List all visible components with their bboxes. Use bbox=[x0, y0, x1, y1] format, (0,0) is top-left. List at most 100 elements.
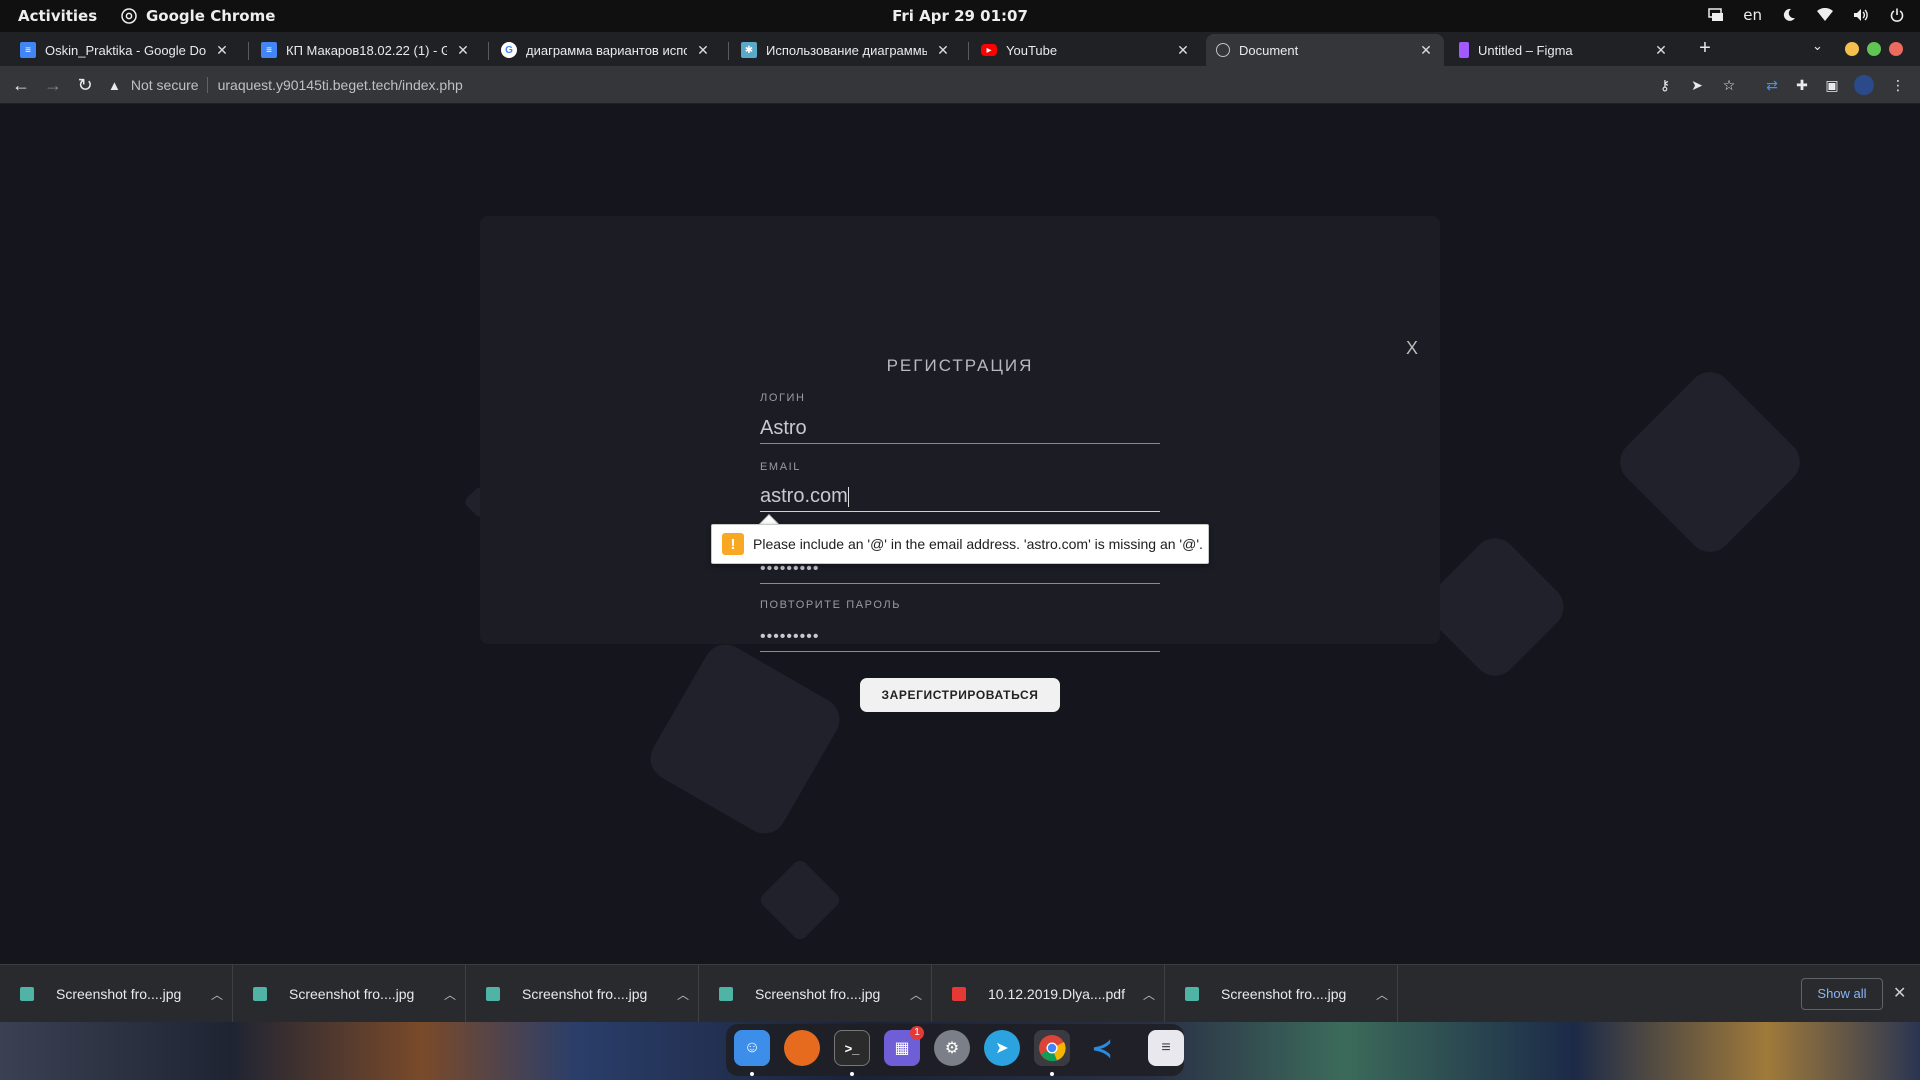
address-bar[interactable]: ▲ Not secure uraquest.y90145ti.beget.tec… bbox=[108, 70, 1688, 100]
tab-title: диаграмма вариантов испо bbox=[526, 42, 687, 58]
url-text[interactable]: uraquest.y90145ti.beget.tech/index.php bbox=[218, 77, 463, 93]
tab-youtube[interactable]: ▸ YouTube ✕ bbox=[971, 34, 1201, 66]
download-item[interactable]: Screenshot fro....jpg ︿ bbox=[233, 965, 466, 1023]
download-item[interactable]: Screenshot fro....jpg ︿ bbox=[0, 965, 233, 1023]
settings-icon[interactable]: ⚙ bbox=[934, 1030, 970, 1066]
close-icon[interactable]: ✕ bbox=[1653, 42, 1669, 59]
new-tab-button[interactable]: + bbox=[1693, 36, 1717, 60]
tab-strip: ≡ Oskin_Praktika - Google Docs ✕ ≡ КП Ма… bbox=[0, 32, 1920, 66]
tab-kp-makarov[interactable]: ≡ КП Макаров18.02.22 (1) - Goo ✕ bbox=[251, 34, 481, 66]
decor-diamond bbox=[642, 636, 848, 842]
decor-diamond bbox=[1611, 363, 1809, 561]
tab-title: Untitled – Figma bbox=[1478, 42, 1573, 58]
minimize-button[interactable] bbox=[1845, 42, 1859, 56]
login-label: ЛОГИН bbox=[760, 392, 806, 404]
key-icon[interactable]: ⚷ bbox=[1655, 75, 1675, 95]
warning-icon: ! bbox=[722, 533, 744, 555]
desktop-dock: ☺ >_ ▦ 1 ⚙ ➤ ≺ ≡ bbox=[0, 1022, 1920, 1080]
google-docs-icon: ≡ bbox=[20, 42, 36, 58]
modal-title: РЕГИСТРАЦИЯ bbox=[886, 356, 1034, 375]
vscode-icon[interactable]: ≺ bbox=[1084, 1030, 1120, 1066]
chevron-up-icon[interactable]: ︿ bbox=[901, 986, 931, 1003]
repeat-password-input[interactable] bbox=[760, 622, 1160, 652]
side-panel-icon[interactable]: ▣ bbox=[1822, 75, 1842, 95]
download-filename: Screenshot fro....jpg bbox=[289, 986, 415, 1002]
image-file-icon bbox=[719, 987, 733, 1001]
chevron-up-icon[interactable]: ︿ bbox=[1134, 986, 1164, 1003]
login-input[interactable] bbox=[760, 414, 1160, 444]
tab-title: YouTube bbox=[1006, 42, 1058, 58]
tab-document[interactable]: Document ✕ bbox=[1206, 34, 1444, 66]
close-icon[interactable]: ✕ bbox=[935, 42, 951, 59]
text-editor-icon[interactable]: ≡ bbox=[1148, 1030, 1184, 1066]
reload-icon[interactable]: ↻ bbox=[72, 72, 98, 98]
close-icon[interactable]: ✕ bbox=[1418, 42, 1434, 59]
app-menu[interactable]: Google Chrome bbox=[120, 7, 275, 25]
activities-button[interactable]: Activities bbox=[18, 7, 97, 25]
warning-triangle-icon[interactable]: ▲ bbox=[108, 78, 121, 93]
download-item[interactable]: Screenshot fro....jpg ︿ bbox=[699, 965, 932, 1023]
telegram-icon[interactable]: ➤ bbox=[984, 1030, 1020, 1066]
forward-arrow-icon[interactable]: → bbox=[40, 72, 66, 98]
close-icon[interactable]: ✕ bbox=[1175, 42, 1191, 59]
tab-figma[interactable]: Untitled – Figma ✕ bbox=[1449, 34, 1679, 66]
firefox-icon[interactable] bbox=[784, 1030, 820, 1066]
validation-message: Please include an '@' in the email addre… bbox=[753, 536, 1203, 552]
email-label: EMAIL bbox=[760, 461, 802, 473]
chevron-up-icon[interactable]: ︿ bbox=[202, 986, 232, 1003]
text-caret bbox=[848, 487, 849, 507]
download-item[interactable]: Screenshot fro....jpg ︿ bbox=[466, 965, 699, 1023]
download-filename: 10.12.2019.Dlya....pdf bbox=[988, 986, 1125, 1002]
chrome-icon bbox=[120, 7, 138, 25]
keyboard-layout[interactable]: en bbox=[1743, 6, 1762, 24]
chrome-icon[interactable] bbox=[1034, 1030, 1070, 1066]
notification-badge: 1 bbox=[910, 1026, 924, 1040]
wifi-icon[interactable] bbox=[1816, 6, 1834, 24]
close-icon[interactable]: ✕ bbox=[214, 42, 230, 59]
chevron-up-icon[interactable]: ︿ bbox=[435, 986, 465, 1003]
register-button[interactable]: ЗАРЕГИСТРИРОВАТЬСЯ bbox=[860, 678, 1060, 712]
download-item[interactable]: 10.12.2019.Dlya....pdf ︿ bbox=[932, 965, 1165, 1023]
extensions-puzzle-icon[interactable]: ✚ bbox=[1792, 75, 1812, 95]
download-filename: Screenshot fro....jpg bbox=[522, 986, 648, 1002]
close-window-button[interactable] bbox=[1889, 42, 1903, 56]
download-item[interactable]: Screenshot fro....jpg ︿ bbox=[1165, 965, 1398, 1023]
download-shelf: Screenshot fro....jpg ︿ Screenshot fro..… bbox=[0, 964, 1920, 1023]
chevron-up-icon[interactable]: ︿ bbox=[668, 986, 698, 1003]
back-arrow-icon[interactable]: ← bbox=[8, 72, 34, 98]
finder-icon[interactable]: ☺ bbox=[734, 1030, 770, 1066]
app-name: Google Chrome bbox=[146, 7, 276, 25]
email-input[interactable] bbox=[760, 482, 1160, 512]
image-file-icon bbox=[253, 987, 267, 1001]
screen-share-icon[interactable] bbox=[1707, 6, 1725, 24]
close-icon[interactable]: ✕ bbox=[455, 42, 471, 59]
security-status[interactable]: Not secure bbox=[131, 77, 199, 93]
close-icon[interactable]: ✕ bbox=[695, 42, 711, 59]
terminal-icon[interactable]: >_ bbox=[834, 1030, 870, 1066]
power-icon[interactable] bbox=[1888, 6, 1906, 24]
chevron-up-icon[interactable]: ︿ bbox=[1367, 986, 1397, 1003]
clock[interactable]: Fri Apr 29 01:07 bbox=[892, 7, 1028, 25]
image-file-icon bbox=[486, 987, 500, 1001]
night-light-icon[interactable] bbox=[1780, 6, 1798, 24]
tab-diagram-usage[interactable]: ✱ Использование диаграммы ✕ bbox=[731, 34, 961, 66]
send-icon[interactable]: ➤ bbox=[1687, 75, 1707, 95]
bookmark-star-icon[interactable]: ☆ bbox=[1719, 75, 1739, 95]
tab-use-case-search[interactable]: G диаграмма вариантов испо ✕ bbox=[491, 34, 721, 66]
show-all-button[interactable]: Show all bbox=[1801, 978, 1883, 1010]
tab-google-docs[interactable]: ≡ Oskin_Praktika - Google Docs ✕ bbox=[10, 34, 240, 66]
browser-toolbar: ← → ↻ ▲ Not secure uraquest.y90145ti.beg… bbox=[0, 66, 1920, 104]
system-top-bar: Activities Google Chrome Fri Apr 29 01:0… bbox=[0, 0, 1920, 32]
translate-extension-icon[interactable]: ⇄ bbox=[1762, 75, 1782, 95]
decor-diamond bbox=[1417, 529, 1573, 685]
volume-icon[interactable] bbox=[1852, 6, 1870, 24]
profile-avatar[interactable] bbox=[1854, 75, 1874, 95]
close-icon[interactable]: ✕ bbox=[1893, 983, 1906, 1003]
tab-title: Использование диаграммы bbox=[766, 42, 927, 58]
maximize-button[interactable] bbox=[1867, 42, 1881, 56]
tab-search-chevron-icon[interactable]: ⌄ bbox=[1812, 38, 1823, 54]
download-filename: Screenshot fro....jpg bbox=[1221, 986, 1347, 1002]
menu-kebab-icon[interactable]: ⋮ bbox=[1888, 75, 1908, 95]
tab-title: Document bbox=[1239, 42, 1299, 58]
validation-tooltip: ! Please include an '@' in the email add… bbox=[711, 524, 1209, 564]
